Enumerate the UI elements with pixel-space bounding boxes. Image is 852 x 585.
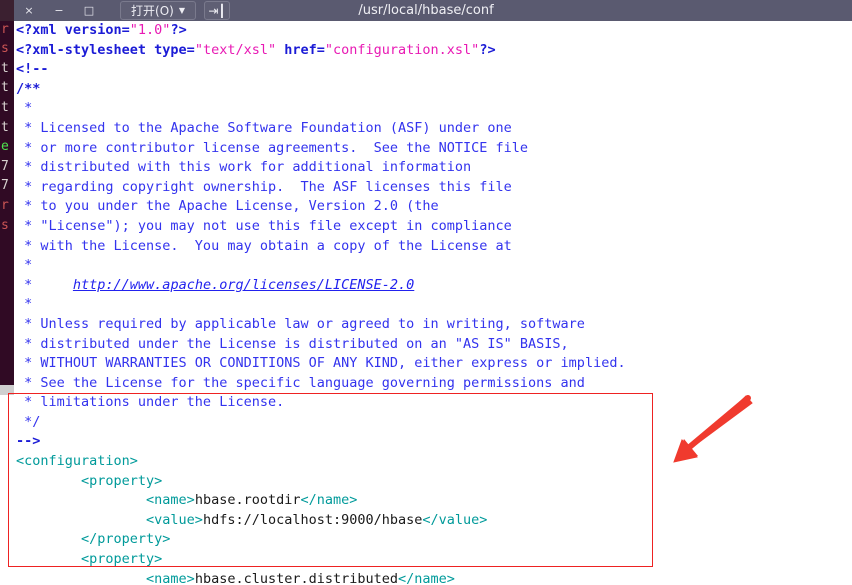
code-token-pi: href= <box>276 41 325 58</box>
code-token-tag: <value> <box>16 511 203 528</box>
code-line: <name>hbase.rootdir</name> <box>14 491 852 511</box>
code-token-cmt: * with the License. You may obtain a cop… <box>16 237 512 254</box>
terminal-text-fragment: t <box>1 60 9 76</box>
code-token-tag: <name> <box>16 570 195 585</box>
code-token-tag: <property> <box>16 551 163 568</box>
code-token-cmt: * regarding copyright ownership. The ASF… <box>16 178 512 195</box>
terminal-text-fragment: s <box>1 217 9 233</box>
text-editor-area[interactable]: <?xml version="1.0"?> <?xml-stylesheet ty… <box>14 21 852 585</box>
code-token-cmt: */ <box>16 413 41 430</box>
code-token-cmt: * <box>16 296 33 313</box>
code-token-cmt: * <box>16 100 33 117</box>
window-titlebar: × − □ 打开(O) ▼ ⇥┃ /usr/local/hbase/conf <box>0 0 852 21</box>
code-line: </property> <box>14 530 852 550</box>
code-line: <configuration> <box>14 452 852 472</box>
code-line: * <box>14 256 852 276</box>
code-token-cmt: * to you under the Apache License, Versi… <box>16 198 439 215</box>
code-line: * Licensed to the Apache Software Founda… <box>14 119 852 139</box>
code-line: <value>hdfs://localhost:9000/hbase</valu… <box>14 511 852 531</box>
chevron-down-icon: ▼ <box>178 5 185 15</box>
code-line: <?xml version="1.0"?> <box>14 21 852 41</box>
close-icon[interactable]: × <box>14 0 44 21</box>
code-line: * Unless required by applicable law or a… <box>14 315 852 335</box>
code-line: * http://www.apache.org/licenses/LICENSE… <box>14 276 852 296</box>
code-token-cmt: * distributed under the License is distr… <box>16 335 569 352</box>
code-line: <!-- <box>14 60 852 80</box>
code-line: * distributed under the License is distr… <box>14 335 852 355</box>
code-line: * limitations under the License. <box>14 393 852 413</box>
code-line: --> <box>14 432 852 452</box>
terminal-text-fragment: 7 <box>1 158 9 174</box>
terminal-text-fragment: t <box>1 99 9 115</box>
code-token-pistr: "1.0" <box>129 22 171 38</box>
code-token-tag: </name> <box>398 570 455 585</box>
code-line: * <box>14 295 852 315</box>
terminal-text-fragment: r <box>1 21 9 37</box>
code-line: <property> <box>14 472 852 492</box>
open-file-button[interactable]: 打开(O) ▼ <box>120 1 196 20</box>
code-line: <property> <box>14 550 852 570</box>
code-line: /** <box>14 80 852 100</box>
code-line: */ <box>14 413 852 433</box>
code-line: * "License"); you may not use this file … <box>14 217 852 237</box>
code-token-tag: <configuration> <box>16 453 138 470</box>
save-icon: ⇥┃ <box>208 3 226 18</box>
code-line: * distributed with this work for additio… <box>14 158 852 178</box>
code-token-cmtmark: /** <box>16 80 41 97</box>
code-token-txt: hbase.cluster.distributed <box>194 570 399 585</box>
code-token-url: http://www.apache.org/licenses/LICENSE-2… <box>72 276 415 293</box>
code-token-cmt: * See the License for the specific langu… <box>16 374 585 391</box>
code-token-pi: ?> <box>170 22 187 38</box>
code-line: * WITHOUT WARRANTIES OR CONDITIONS OF AN… <box>14 354 852 374</box>
code-token-cmt: * Licensed to the Apache Software Founda… <box>16 119 512 136</box>
terminal-text-fragment: e <box>1 139 9 155</box>
code-token-pistr: "configuration.xsl" <box>324 41 480 58</box>
background-window-edge <box>0 385 14 585</box>
code-token-cmt: * limitations under the License. <box>16 394 285 411</box>
code-line: * regarding copyright ownership. The ASF… <box>14 178 852 198</box>
code-token-cmtmark: --> <box>16 433 41 450</box>
code-token-pi: <?xml-stylesheet type= <box>16 41 195 58</box>
terminal-text-fragment: t <box>1 119 9 135</box>
code-token-tag: <property> <box>16 472 163 489</box>
code-token-pi: <?xml version= <box>16 22 130 38</box>
maximize-icon[interactable]: □ <box>74 0 104 21</box>
code-line: <?xml-stylesheet type="text/xsl" href="c… <box>14 41 852 61</box>
minimize-icon[interactable]: − <box>44 0 74 21</box>
terminal-text-fragment: t <box>1 80 9 96</box>
code-token-cmt: * distributed with this work for additio… <box>16 159 472 176</box>
code-token-cmt: * "License"); you may not use this file … <box>16 217 512 234</box>
code-token-tag: <name> <box>16 492 195 509</box>
code-token-cmt: * Unless required by applicable law or a… <box>16 315 585 332</box>
code-token-cmt: * <box>16 276 73 293</box>
code-token-cmt: * <box>16 257 33 274</box>
code-token-tag: </property> <box>16 531 171 548</box>
code-token-cmtmark: <!-- <box>16 61 49 78</box>
code-token-txt: hbase.rootdir <box>194 492 301 509</box>
terminal-text-fragment: s <box>1 41 9 57</box>
save-button[interactable]: ⇥┃ <box>204 1 230 20</box>
titlebar-left-gap <box>0 0 14 21</box>
open-file-label: 打开(O) <box>131 4 174 18</box>
code-token-pistr: "text/xsl" <box>194 41 277 58</box>
code-line: * with the License. You may obtain a cop… <box>14 237 852 257</box>
terminal-text-fragment: 7 <box>1 178 9 194</box>
code-token-tag: </name> <box>300 492 358 509</box>
code-line: <name>hbase.cluster.distributed</name> <box>14 570 852 585</box>
code-token-cmt: * WITHOUT WARRANTIES OR CONDITIONS OF AN… <box>16 355 626 372</box>
code-line: * to you under the Apache License, Versi… <box>14 197 852 217</box>
terminal-text-fragment: r <box>1 197 9 213</box>
code-token-pi: ?> <box>479 41 496 58</box>
code-line: * See the License for the specific langu… <box>14 374 852 394</box>
code-content: <?xml version="1.0"?> <?xml-stylesheet ty… <box>14 21 852 585</box>
code-token-txt: hdfs://localhost:9000/hbase <box>202 511 423 528</box>
code-line: * <box>14 99 852 119</box>
code-token-tag: </value> <box>422 511 488 528</box>
code-line: * or more contributor license agreements… <box>14 139 852 159</box>
code-token-cmt: * or more contributor license agreements… <box>16 139 529 156</box>
